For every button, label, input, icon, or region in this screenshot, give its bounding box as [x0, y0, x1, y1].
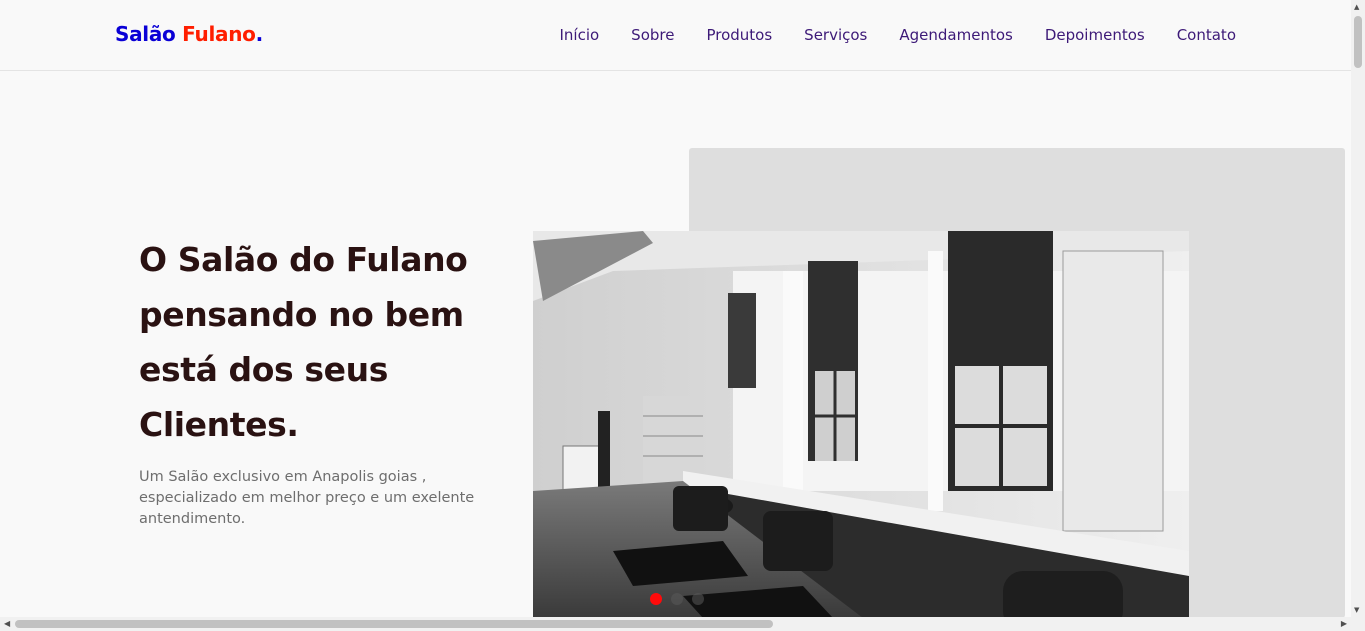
nav-link-contato[interactable]: Contato: [1177, 26, 1236, 44]
nav-link-servicos[interactable]: Serviços: [804, 26, 867, 44]
horizontal-scrollbar[interactable]: ◀ ▶: [0, 617, 1365, 631]
brand-logo-part2: Fulano: [182, 22, 256, 46]
chevron-up-icon[interactable]: ▲: [1354, 3, 1359, 11]
nav-link-depoimentos[interactable]: Depoimentos: [1045, 26, 1145, 44]
site-header: Salão Fulano. Início Sobre Produtos Serv…: [0, 0, 1351, 71]
salon-photo-illustration: [533, 231, 1189, 618]
hero-description: Um Salão exclusivo em Anapolis goias , e…: [139, 469, 475, 527]
carousel-dot-2[interactable]: [671, 593, 683, 605]
chevron-right-icon[interactable]: ▶: [1341, 619, 1347, 628]
chevron-left-icon[interactable]: ◀: [4, 619, 10, 628]
vertical-scrollbar[interactable]: ▲ ▼: [1351, 0, 1365, 617]
carousel-dot-3[interactable]: [692, 593, 704, 605]
nav-link-produtos[interactable]: Produtos: [706, 26, 772, 44]
brand-logo-dot: .: [255, 22, 264, 46]
carousel-dot-1[interactable]: [650, 593, 662, 605]
main-nav: Início Sobre Produtos Serviços Agendamen…: [559, 26, 1236, 44]
horizontal-scrollbar-thumb[interactable]: [15, 620, 773, 628]
chevron-down-icon[interactable]: ▼: [1354, 606, 1359, 614]
carousel-indicators: [650, 593, 704, 605]
nav-link-inicio[interactable]: Início: [559, 26, 599, 44]
hero-headline: O Salão do Fulano pensando no bem está d…: [139, 240, 468, 444]
brand-logo-part1: Salão: [115, 22, 176, 46]
vertical-scrollbar-thumb[interactable]: [1354, 16, 1362, 68]
nav-link-sobre[interactable]: Sobre: [631, 26, 674, 44]
brand-logo[interactable]: Salão Fulano.: [115, 22, 263, 46]
salon-interior-photo: [533, 231, 1189, 618]
nav-link-agendamentos[interactable]: Agendamentos: [899, 26, 1012, 44]
